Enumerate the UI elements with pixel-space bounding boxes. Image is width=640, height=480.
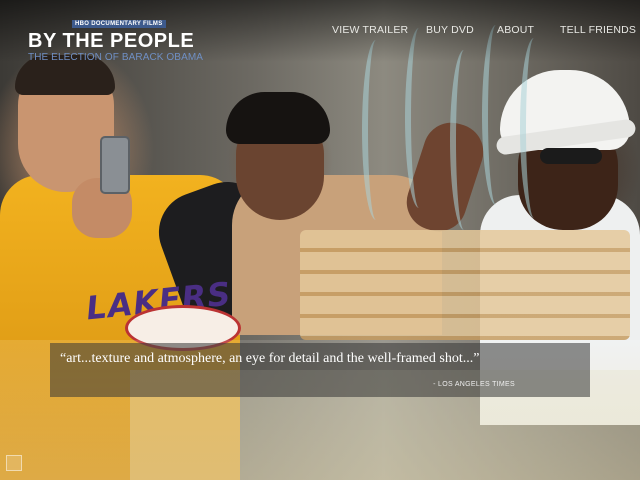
logo-title: BY THE PEOPLE xyxy=(28,30,195,52)
person-middle-hair xyxy=(226,92,330,144)
logo-subtitle: THE ELECTION OF BARACK OBAMA xyxy=(28,52,204,63)
sunglasses xyxy=(540,148,602,164)
steam-squiggle xyxy=(520,38,548,218)
steam-squiggle xyxy=(450,50,478,230)
header-bar: HBO DOCUMENTARY FILMS BY THE PEOPLE THE … xyxy=(0,0,640,63)
review-quote-box: “art...texture and atmosphere, an eye fo… xyxy=(50,343,590,397)
hotdog-stack xyxy=(300,230,630,340)
nav-about[interactable]: ABOUT xyxy=(497,24,534,36)
review-quote: “art...texture and atmosphere, an eye fo… xyxy=(60,351,480,366)
square-icon[interactable] xyxy=(6,455,22,471)
hero-photo: LAKERS xyxy=(0,0,640,480)
main-nav: VIEW TRAILER BUY DVD ABOUT TELL FRIENDS xyxy=(332,24,636,40)
review-source: - LOS ANGELES TIMES xyxy=(433,381,515,388)
nav-view-trailer[interactable]: VIEW TRAILER xyxy=(332,24,408,36)
phone-camera xyxy=(100,136,130,194)
nav-tell-friends[interactable]: TELL FRIENDS xyxy=(560,24,636,36)
nav-buy-dvd[interactable]: BUY DVD xyxy=(426,24,474,36)
site-logo[interactable]: HBO DOCUMENTARY FILMS BY THE PEOPLE THE … xyxy=(28,12,203,63)
logo-tag: HBO DOCUMENTARY FILMS xyxy=(72,20,166,28)
steam-squiggle xyxy=(362,40,390,220)
